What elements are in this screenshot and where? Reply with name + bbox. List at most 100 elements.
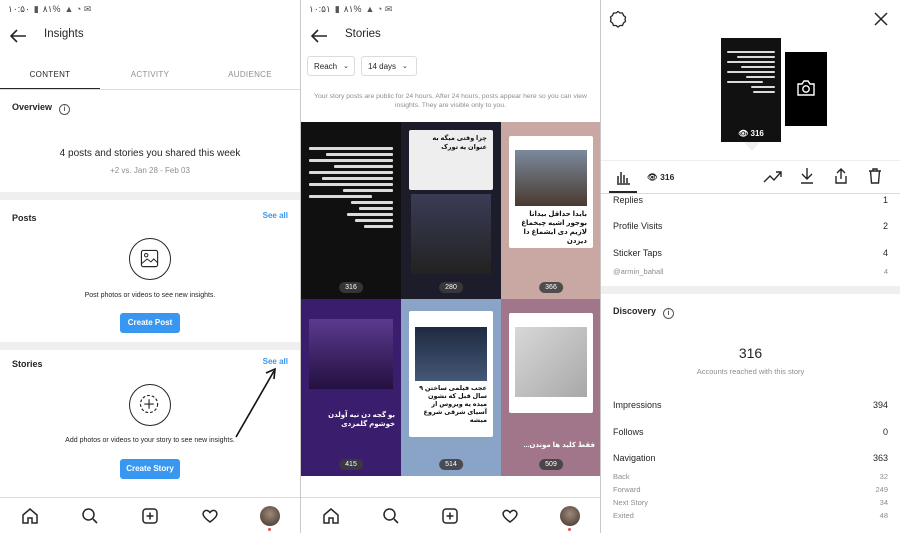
- story-tile[interactable]: فقط کلید ها موندن... 509: [501, 299, 600, 476]
- signal-icon: ▲ ◔ ✉: [64, 3, 92, 14]
- stories-note: Your story posts are public for 24 hours…: [314, 93, 587, 109]
- post-card: چرا وقتی میگه به عنوان یه تورک: [409, 130, 493, 190]
- story-photo: [309, 319, 393, 389]
- range-dropdown[interactable]: 14 days ⌄: [361, 56, 417, 76]
- home-icon[interactable]: [20, 506, 40, 526]
- battery-icon: ▮: [33, 3, 39, 14]
- story-caption: عجب فیلمی ساختن ۹ سال قبل که نشون میده ی…: [419, 385, 487, 424]
- nav-row-exited: Exited 48: [613, 511, 888, 520]
- clock: ۱۰:۵۱: [309, 3, 331, 14]
- story-tile[interactable]: بابدا حداقل بیدانا بوجور اشیه چیخماغ لاز…: [501, 122, 600, 299]
- stories-screen: ۱۰:۵۱ ▮ ٨١% ▲ ◔ ✉ Stories Reach ⌄ 14 day…: [300, 0, 600, 533]
- story-tile[interactable]: بو گجه دن نیه آولدن خوشوم گلمزدی 415: [301, 299, 401, 476]
- story-tile[interactable]: 316: [301, 122, 401, 299]
- story-tile[interactable]: چرا وقتی میگه به عنوان یه تورک 280: [401, 122, 501, 299]
- sticker-user-value: 4: [883, 267, 888, 276]
- metric-label: Navigation: [613, 453, 656, 463]
- reach-label: Accounts reached with this story: [696, 367, 805, 376]
- page-title: Insights: [44, 28, 84, 40]
- search-icon[interactable]: [80, 506, 100, 526]
- section-divider: [601, 286, 900, 294]
- metric-row-follows: Follows 0: [613, 427, 888, 437]
- heart-icon[interactable]: [500, 506, 520, 526]
- section-divider: [0, 342, 300, 350]
- metric-row-sticker-taps: Sticker Taps 4: [613, 248, 888, 258]
- metric-value: 1: [882, 195, 888, 205]
- post-card: بابدا حداقل بیدانا بوجور اشیه چیخماغ لاز…: [509, 136, 593, 248]
- back-arrow-icon[interactable]: [8, 26, 28, 46]
- create-story-button[interactable]: Create Story: [120, 459, 180, 479]
- nav-value: 48: [879, 511, 888, 520]
- overview-headline: 4 posts and stories you shared this week: [59, 148, 241, 159]
- metric-row-navigation: Navigation 363: [613, 453, 888, 463]
- chevron-down-icon: ⌄: [343, 63, 349, 70]
- avatar[interactable]: [560, 505, 581, 531]
- sticker-user-label: @armin_bahall: [613, 267, 664, 276]
- story-reach-count: 280: [439, 282, 463, 293]
- views-count[interactable]: 👁 316: [647, 172, 674, 183]
- new-post-icon[interactable]: [440, 506, 460, 526]
- close-icon[interactable]: [872, 10, 890, 28]
- story-reach-count: 415: [339, 459, 363, 470]
- story-text-lines: [309, 144, 393, 231]
- posts-hint: Post photos or videos to see new insight…: [84, 292, 216, 299]
- story-caption: بو گجه دن نیه آولدن خوشوم گلمزدی: [328, 412, 395, 428]
- metric-label: Impressions: [613, 400, 662, 410]
- heart-icon[interactable]: [200, 506, 220, 526]
- settings-icon[interactable]: [609, 10, 627, 28]
- section-divider: [0, 192, 300, 200]
- tab-audience[interactable]: AUDIENCE: [200, 60, 300, 89]
- annotation-arrow-icon: [235, 367, 276, 438]
- post-card: عجب فیلمی ساختن ۹ سال قبل که نشون میده ی…: [409, 311, 493, 437]
- info-icon[interactable]: i: [59, 104, 70, 115]
- metric-label: Sticker Taps: [613, 248, 662, 258]
- metric-row-impressions: Impressions 394: [613, 400, 888, 410]
- image-icon: [129, 238, 171, 280]
- tab-content[interactable]: CONTENT: [0, 60, 100, 89]
- posts-see-all-link[interactable]: See all: [263, 211, 288, 220]
- metric-value: 2: [882, 221, 888, 231]
- metric-value: 363: [872, 453, 888, 463]
- metric-dropdown[interactable]: Reach ⌄: [307, 56, 355, 76]
- battery-level: ٨١%: [343, 3, 362, 14]
- insights-tabs: CONTENT ACTIVITY AUDIENCE: [0, 60, 300, 90]
- story-detail-screen: 👁 316 👁 316 Replies 1 Profile Visits 2 S…: [600, 0, 900, 533]
- tab-activity[interactable]: ACTIVITY: [100, 60, 200, 89]
- back-arrow-icon[interactable]: [309, 26, 329, 46]
- nav-label: Exited: [613, 511, 634, 520]
- battery-level: ٨١%: [42, 3, 61, 14]
- eye-icon: 👁: [738, 129, 749, 138]
- metric-value: 394: [872, 400, 888, 410]
- info-icon[interactable]: i: [663, 308, 674, 319]
- story-photo: [515, 327, 587, 397]
- nav-label: Forward: [613, 485, 641, 494]
- story-thumbnail[interactable]: 👁 316: [721, 38, 781, 142]
- metric-row-profile-visits: Profile Visits 2: [613, 221, 888, 231]
- trend-icon[interactable]: [763, 169, 783, 185]
- share-icon[interactable]: [833, 167, 849, 185]
- avatar[interactable]: [260, 505, 280, 531]
- story-tile[interactable]: عجب فیلمی ساختن ۹ سال قبل که نشون میده ی…: [401, 299, 501, 476]
- download-icon[interactable]: [799, 167, 815, 185]
- story-reach-count: 366: [539, 282, 563, 293]
- clock: ۱۰:۵۰: [8, 3, 30, 14]
- trash-icon[interactable]: [867, 167, 883, 185]
- overview-comparison: +2 vs. Jan 28 - Feb 03: [110, 166, 190, 175]
- home-icon[interactable]: [321, 506, 341, 526]
- camera-icon: [797, 80, 815, 96]
- add-story-thumbnail[interactable]: [785, 52, 827, 126]
- nav-value: 32: [879, 472, 888, 481]
- create-post-button[interactable]: Create Post: [120, 313, 180, 333]
- story-caption: چرا وقتی میگه به عنوان یه تورک: [432, 135, 487, 151]
- insights-screen: ۱۰:۵۰ ▮ ٨١% ▲ ◔ ✉ Insights CONTENT ACTIV…: [0, 0, 300, 533]
- nav-label: Next Story: [613, 498, 649, 507]
- nav-row-forward: Forward 249: [613, 485, 888, 494]
- metric-value: 4: [882, 248, 888, 258]
- story-photo: [415, 327, 487, 381]
- discovery-title: Discovery: [613, 306, 657, 316]
- search-icon[interactable]: [381, 506, 401, 526]
- new-post-icon[interactable]: [140, 506, 160, 526]
- bottom-nav: [0, 497, 300, 533]
- story-photo: [411, 194, 491, 274]
- bar-chart-icon[interactable]: [615, 169, 631, 185]
